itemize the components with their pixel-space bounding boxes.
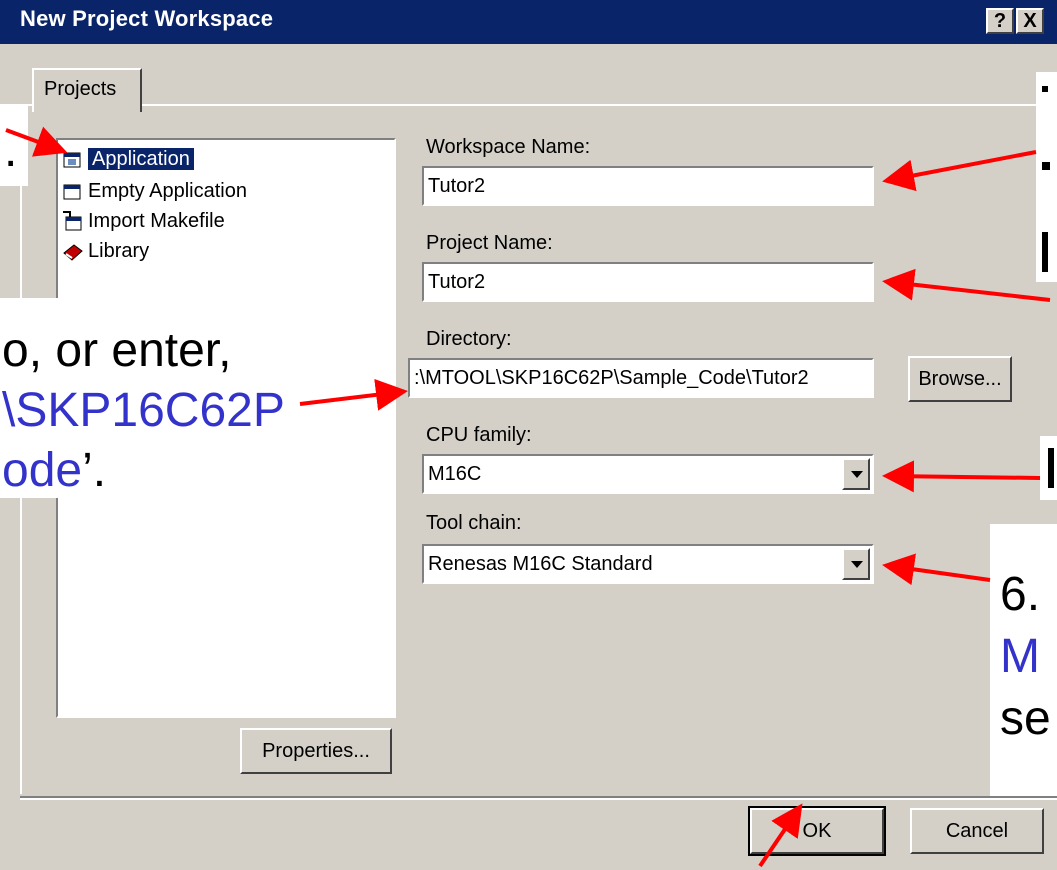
arrow-to-directory xyxy=(299,378,408,411)
arrow-to-workspace-name xyxy=(882,150,1037,192)
arrow-to-ok-button xyxy=(758,803,803,868)
arrow-to-cpu-family xyxy=(882,460,1041,493)
arrow-to-tool-chain xyxy=(882,553,991,586)
arrow-to-project-name xyxy=(882,268,1051,302)
annotation-arrows xyxy=(5,126,1051,868)
arrow-to-application xyxy=(5,126,68,157)
